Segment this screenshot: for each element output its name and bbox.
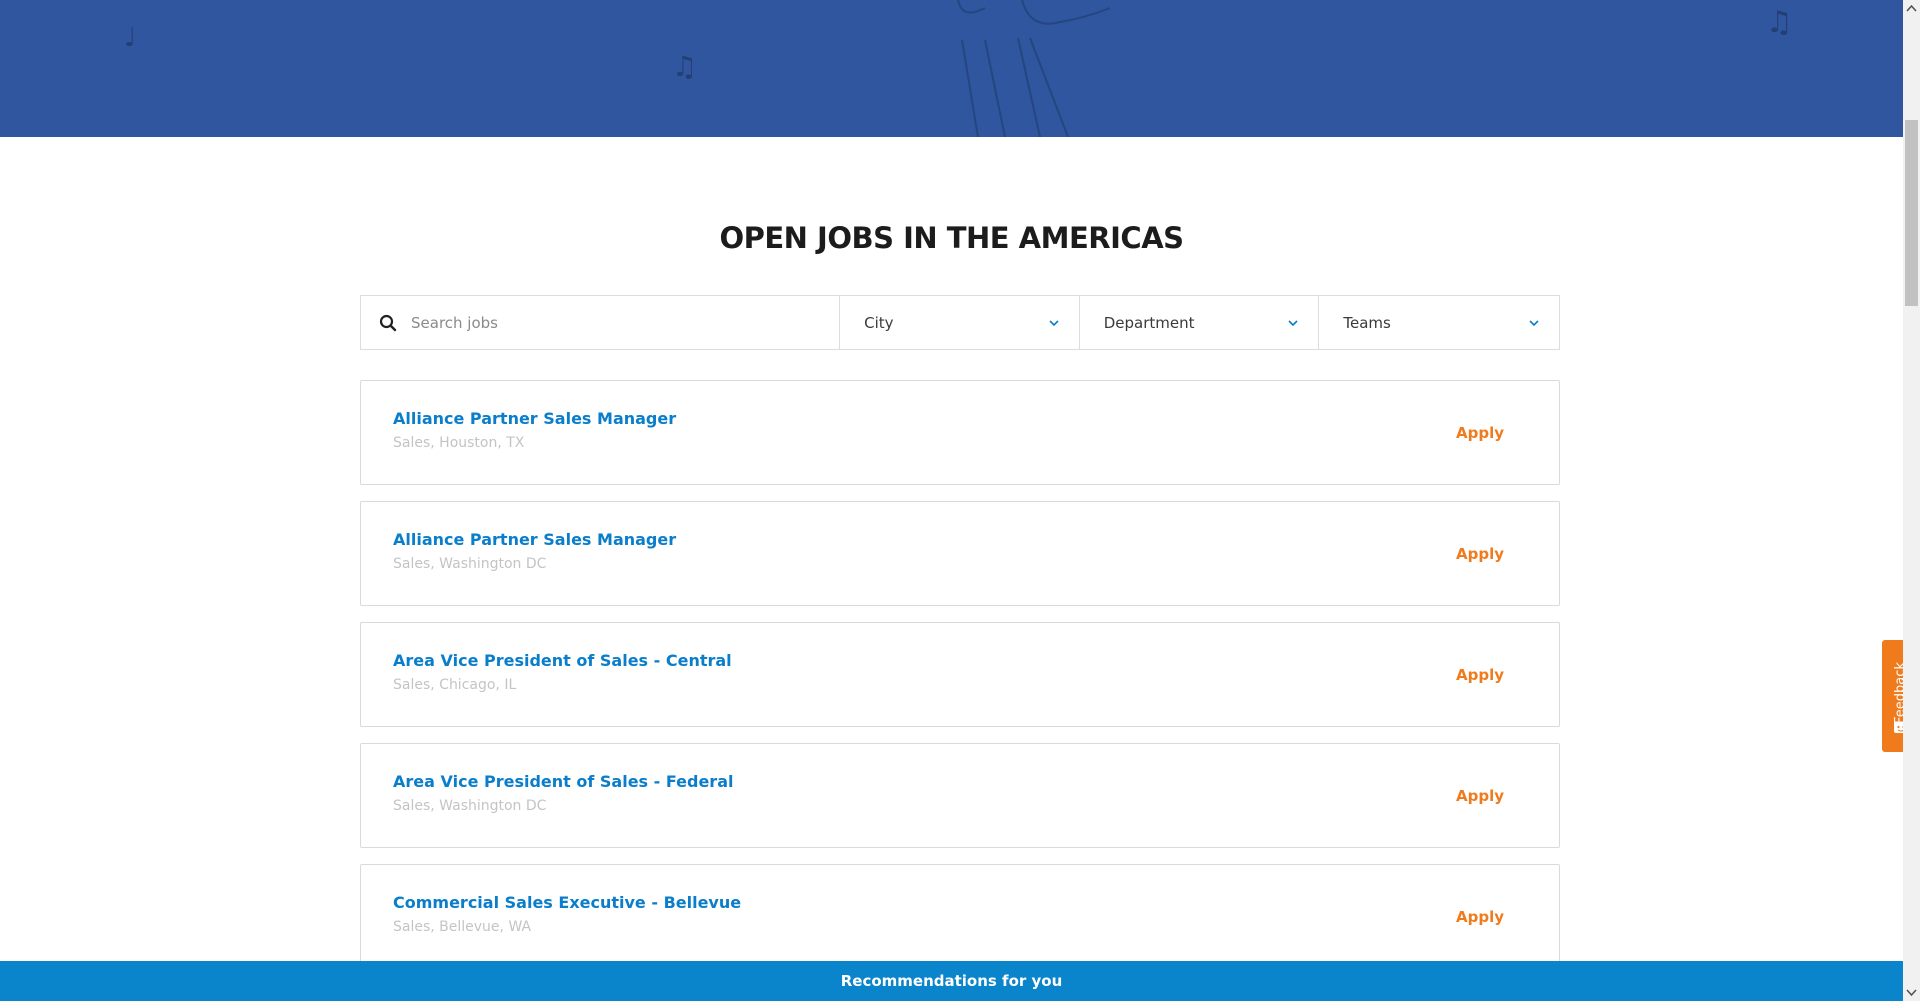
city-select[interactable]: City [840,296,1080,349]
job-meta: Sales, Chicago, IL [393,677,517,693]
search-box[interactable] [361,296,841,349]
apply-link[interactable]: Apply [1456,666,1504,684]
teams-select-label: Teams [1343,313,1391,332]
chevron-down-icon [1049,319,1059,326]
job-filters: City Department Teams [360,295,1560,350]
job-title-link[interactable]: Area Vice President of Sales - Federal [393,772,733,791]
job-card[interactable]: Area Vice President of Sales - Federal S… [360,743,1560,848]
scroll-down-icon[interactable] [1903,984,1920,1001]
jobs-page: OPEN JOBS IN THE AMERICAS City Departmen… [0,137,1903,1001]
job-card[interactable]: Alliance Partner Sales Manager Sales, Ho… [360,380,1560,485]
job-meta: Sales, Houston, TX [393,435,525,451]
teams-select[interactable]: Teams [1319,296,1559,349]
chevron-down-icon [1288,319,1298,326]
job-meta: Sales, Washington DC [393,798,547,814]
department-select[interactable]: Department [1080,296,1320,349]
svg-text:♫: ♫ [672,50,697,83]
city-select-label: City [864,313,894,332]
job-title-link[interactable]: Commercial Sales Executive - Bellevue [393,893,741,912]
recommendations-bar[interactable]: Recommendations for you [0,961,1903,1001]
apply-link[interactable]: Apply [1456,424,1504,442]
svg-text:♩: ♩ [124,23,136,53]
job-title-link[interactable]: Area Vice President of Sales - Central [393,651,732,670]
apply-link[interactable]: Apply [1456,545,1504,563]
apply-link[interactable]: Apply [1456,908,1504,926]
scroll-up-icon[interactable] [1903,0,1920,17]
hero-illustration: ♩ ♫ ♫ [124,0,1793,137]
job-title-link[interactable]: Alliance Partner Sales Manager [393,409,676,428]
scroll-thumb[interactable] [1905,120,1918,306]
hero-banner: ♩ ♫ ♫ [0,0,1903,137]
job-list: Alliance Partner Sales Manager Sales, Ho… [360,380,1560,985]
svg-text:♫: ♫ [1766,5,1793,40]
search-icon [379,314,397,331]
scrollbar[interactable] [1903,0,1920,1001]
apply-link[interactable]: Apply [1456,787,1504,805]
search-input[interactable] [411,313,791,332]
job-card[interactable]: Commercial Sales Executive - Bellevue Sa… [360,864,1560,969]
section-title: OPEN JOBS IN THE AMERICAS [719,221,1184,255]
job-meta: Sales, Washington DC [393,556,547,572]
job-card[interactable]: Alliance Partner Sales Manager Sales, Wa… [360,501,1560,606]
job-card[interactable]: Area Vice President of Sales - Central S… [360,622,1560,727]
department-select-label: Department [1103,313,1195,332]
job-title-link[interactable]: Alliance Partner Sales Manager [393,530,676,549]
chevron-down-icon [1529,319,1539,326]
job-meta: Sales, Bellevue, WA [393,919,532,935]
